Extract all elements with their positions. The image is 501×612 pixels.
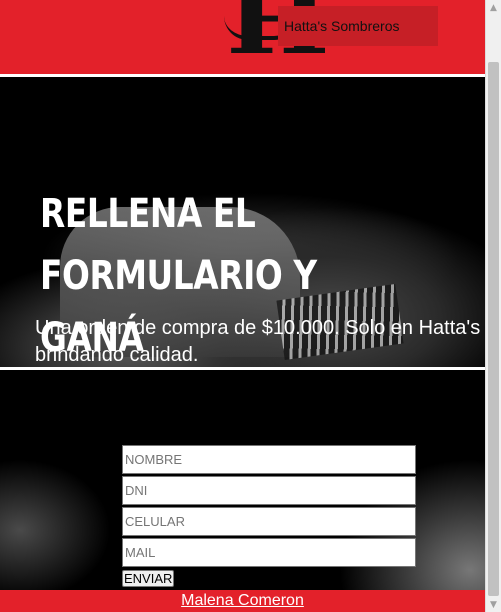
contest-form-section: ENVIAR [0,370,485,590]
site-header: H Hatta's Sombreros [0,0,485,74]
scrollbar-thumb[interactable] [488,62,499,596]
phone-field[interactable] [122,507,416,536]
submit-button[interactable]: ENVIAR [122,570,175,587]
site-footer: Malena Comeron [0,590,485,612]
name-field[interactable] [122,445,416,474]
dni-field[interactable] [122,476,416,505]
hero-subtitle: Una orden de compra de $10.000. Solo en … [35,317,481,366]
vertical-scrollbar[interactable]: ▲ ▼ [485,0,501,612]
scroll-up-arrow-icon[interactable]: ▲ [486,0,501,15]
author-link[interactable]: Malena Comeron [181,592,304,609]
hero-banner: RELLENA EL FORMULARIO Y GANÁ Una orden d… [0,77,485,367]
brand-name-box[interactable]: Hatta's Sombreros [278,6,438,46]
scroll-down-arrow-icon[interactable]: ▼ [486,597,501,612]
brand-name: Hatta's Sombreros [284,18,400,34]
page: H Hatta's Sombreros RELLENA EL FORMULARI… [0,0,485,612]
email-field[interactable] [122,538,416,567]
